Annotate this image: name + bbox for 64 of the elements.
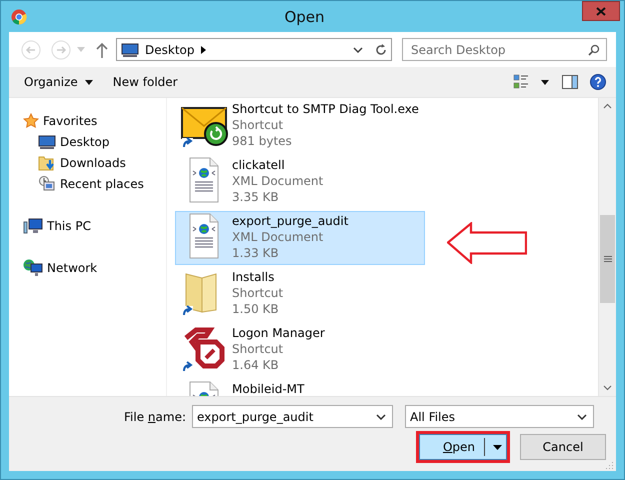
file-name-field[interactable]: export_purge_audit [192, 405, 393, 428]
file-size: 3.35 KB [232, 189, 280, 206]
file-type: XML Document [232, 229, 324, 246]
file-item[interactable]: Installs Shortcut 1.50 KB [175, 267, 425, 322]
network-icon [23, 258, 43, 277]
file-size: 1.50 KB [232, 301, 280, 318]
view-options-icon[interactable] [513, 74, 529, 90]
file-size: 1.64 KB [232, 357, 280, 374]
scrollbar-thumb[interactable] [600, 215, 615, 304]
star-icon [23, 112, 39, 129]
computer-icon [23, 218, 43, 234]
recent-places-icon [38, 174, 56, 193]
file-type: Shortcut [232, 117, 284, 134]
cancel-button[interactable]: Cancel [520, 434, 606, 460]
file-name: Installs [232, 269, 276, 286]
file-item[interactable]: export_purge_audit XML Document 1.33 KB [175, 211, 425, 266]
file-item[interactable]: Logon Manager Shortcut 1.64 KB [175, 323, 425, 378]
sidebar-item[interactable]: Network [9, 257, 166, 278]
sidebar-item[interactable]: Downloads [9, 152, 166, 174]
preview-pane-icon[interactable] [562, 74, 578, 90]
file-name: Shortcut to SMTP Diag Tool.exe [232, 101, 419, 118]
close-icon [596, 6, 606, 16]
search-icon [588, 44, 600, 56]
search-field[interactable]: Search Desktop [402, 38, 607, 62]
file-item[interactable]: clickatell XML Document 3.35 KB [175, 155, 425, 210]
grip-lines-icon [604, 256, 612, 262]
file-size: 981 bytes [232, 133, 293, 150]
chevron-icon[interactable] [200, 46, 206, 54]
new-folder-button[interactable]: New folder [106, 70, 184, 94]
refresh-icon[interactable] [375, 44, 387, 56]
sidebar-item[interactable]: Recent places [9, 173, 166, 194]
file-type: Shortcut [232, 285, 284, 302]
app-logo-icon [11, 8, 27, 25]
monitor-icon [121, 42, 139, 57]
up-arrow-icon[interactable] [96, 42, 108, 58]
file-name: export_purge_audit [232, 213, 348, 230]
file-name: clickatell [232, 157, 286, 174]
breadcrumb[interactable]: Desktop [145, 42, 194, 57]
window-title: Open [283, 8, 326, 26]
caret-icon[interactable] [541, 80, 549, 85]
caret-icon [84, 80, 93, 85]
address-bar[interactable]: Desktop [116, 38, 392, 62]
close-button[interactable] [582, 1, 620, 21]
file-name-label: File name: [123, 410, 187, 424]
resize-grip-icon[interactable] [606, 461, 614, 469]
monitor-icon [38, 134, 56, 149]
sidebar-item[interactable]: Favorites [9, 110, 166, 132]
file-type-dropdown[interactable]: All Files [405, 405, 594, 428]
open-button[interactable]: Open [419, 434, 507, 460]
file-name: Logon Manager [232, 325, 325, 342]
sidebar-item[interactable]: This PC [9, 215, 166, 236]
help-icon[interactable] [590, 74, 606, 90]
file-name: Mobileid-MT [232, 381, 304, 396]
file-type: Shortcut [232, 341, 284, 358]
download-folder-icon [38, 154, 56, 172]
file-type: XML Document [232, 173, 324, 190]
file-size: 1.33 KB [232, 245, 280, 262]
file-item[interactable]: Shortcut to SMTP Diag Tool.exe Shortcut 981 bytes [175, 99, 425, 154]
sidebar-item[interactable]: Desktop [9, 131, 166, 152]
caret-icon [493, 444, 502, 450]
dropdown-caret-icon[interactable] [353, 46, 363, 53]
dropdown-caret-icon [577, 414, 587, 420]
organize-menu[interactable]: Organize [18, 70, 99, 94]
dropdown-caret-icon [376, 414, 386, 420]
